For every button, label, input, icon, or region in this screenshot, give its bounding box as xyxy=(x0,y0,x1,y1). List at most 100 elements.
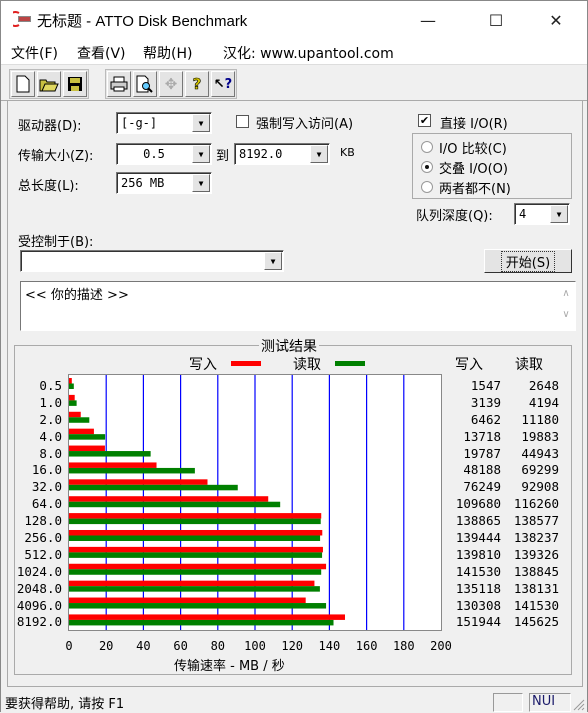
transfer-from-select[interactable]: 0.5 ▼ xyxy=(116,143,212,165)
new-button[interactable] xyxy=(11,71,35,97)
read-bar xyxy=(69,383,74,389)
controlled-by-select[interactable]: ▼ xyxy=(20,250,284,272)
atto-logo-icon xyxy=(13,11,31,27)
save-disk-icon xyxy=(68,77,82,91)
resize-grip-icon[interactable] xyxy=(573,699,585,711)
results-title: 测试结果 xyxy=(259,336,319,356)
menu-help[interactable]: 帮助(H) xyxy=(143,43,192,63)
queue-depth-label: 队列深度(Q): xyxy=(416,209,493,224)
total-length-select[interactable]: 256 MB ▼ xyxy=(116,172,212,194)
chevron-down-icon: ▼ xyxy=(550,205,568,223)
write-value: 130308 xyxy=(455,597,501,613)
x-tick-label: 200 xyxy=(430,639,452,653)
direct-io-label: 直接 I/O(R) xyxy=(440,117,508,132)
y-tick-label: 256.0 xyxy=(24,529,62,545)
read-value: 138845 xyxy=(513,563,559,579)
queue-depth-select[interactable]: 4 ▼ xyxy=(514,203,570,225)
legend-write-swatch xyxy=(231,361,261,366)
toolbar-file-group xyxy=(9,69,89,99)
printer-icon xyxy=(110,76,128,92)
move-arrows-icon: ✥ xyxy=(164,75,178,93)
write-bar xyxy=(69,496,269,502)
read-bar xyxy=(69,569,322,575)
num-lock-indicator: NUI xyxy=(532,694,556,709)
status-help-text: 要获得帮助, 请按 F1 xyxy=(5,697,125,712)
save-button[interactable] xyxy=(63,71,87,97)
read-bar xyxy=(69,518,321,525)
overlapped-io-radio[interactable] xyxy=(421,161,433,173)
x-tick-label: 160 xyxy=(355,639,378,653)
legend-write-label: 写入 xyxy=(189,357,217,373)
read-bar xyxy=(69,603,327,609)
menu-credit: 汉化: www.upantool.com xyxy=(223,46,394,62)
write-value: 151944 xyxy=(455,614,501,630)
x-tick-label: 60 xyxy=(173,639,188,653)
menu-file[interactable]: 文件(F) xyxy=(11,43,58,63)
total-length-value: 256 MB xyxy=(121,176,165,190)
read-value: 145625 xyxy=(513,614,559,630)
print-button[interactable] xyxy=(107,71,131,97)
legend-read-swatch xyxy=(335,361,365,366)
read-column-header: 读取 xyxy=(515,357,543,373)
description-textarea[interactable]: << 你的描述 >> ∧ ∨ xyxy=(20,281,576,331)
close-button[interactable]: ✕ xyxy=(533,1,579,39)
app-window: 无标题 - ATTO Disk Benchmark — ☐ ✕ 文件(F) 查看… xyxy=(0,0,588,713)
chevron-down-icon: ▼ xyxy=(192,145,210,163)
chevron-down-icon: ▼ xyxy=(310,145,328,163)
chevron-down-icon: ▼ xyxy=(264,252,282,270)
read-bar xyxy=(69,501,281,508)
y-tick-label: 16.0 xyxy=(31,462,62,478)
read-value: 141530 xyxy=(513,597,559,613)
move-button[interactable]: ✥ xyxy=(159,71,183,97)
y-tick-label: 32.0 xyxy=(31,479,62,495)
y-tick-label: 8.0 xyxy=(39,445,62,461)
context-help-button[interactable]: ↖? xyxy=(211,71,235,97)
write-value: 1547 xyxy=(470,378,501,393)
force-write-checkbox[interactable] xyxy=(236,115,249,128)
write-bar xyxy=(69,513,322,519)
read-bar xyxy=(69,434,106,440)
minimize-icon: — xyxy=(420,10,436,30)
context-help-icon: ↖? xyxy=(213,76,233,92)
open-folder-icon xyxy=(39,79,59,92)
io-mode-group: I/O 比较(C) 交叠 I/O(O) 两者都不(N) xyxy=(412,133,572,199)
description-scrollbar[interactable]: ∧ ∨ xyxy=(557,282,575,330)
open-button[interactable] xyxy=(37,71,61,97)
direct-io-checkbox[interactable]: ✔ xyxy=(418,114,431,127)
transfer-to-select[interactable]: 8192.0 ▼ xyxy=(234,143,330,165)
help-button[interactable]: ? xyxy=(185,71,209,97)
status-bar: 要获得帮助, 请按 F1 NUI xyxy=(1,689,587,713)
write-value: 141530 xyxy=(455,563,501,579)
drive-select[interactable]: [-g-] ▼ xyxy=(116,112,212,134)
maximize-button[interactable]: ☐ xyxy=(473,1,519,39)
write-bar xyxy=(69,563,327,570)
maximize-icon: ☐ xyxy=(488,10,504,30)
toolbar: ✥ ? ↖? xyxy=(1,65,587,101)
title-bar: 无标题 - ATTO Disk Benchmark — ☐ ✕ xyxy=(1,1,587,39)
minimize-button[interactable]: — xyxy=(405,1,451,39)
print-preview-button[interactable] xyxy=(133,71,157,97)
y-tick-label: 2048.0 xyxy=(16,580,62,596)
read-bar xyxy=(69,586,320,592)
write-value: 48188 xyxy=(463,462,501,478)
neither-radio[interactable] xyxy=(421,181,433,193)
write-value: 139444 xyxy=(455,529,501,545)
start-button[interactable]: 开始(S) xyxy=(484,249,572,273)
y-tick-label: 2.0 xyxy=(39,411,62,427)
read-value: 44943 xyxy=(521,445,559,461)
toolbar-tools-group: ✥ ? ↖? xyxy=(105,69,237,99)
io-compare-radio[interactable] xyxy=(421,141,433,153)
drive-value: [-g-] xyxy=(121,116,158,130)
x-tick-label: 140 xyxy=(318,639,341,653)
y-tick-label: 64.0 xyxy=(31,496,62,512)
menu-bar: 文件(F) 查看(V) 帮助(H) 汉化: www.upantool.com xyxy=(1,39,587,65)
x-axis-title: 传输速率 - MB / 秒 xyxy=(174,659,285,674)
read-value: 116260 xyxy=(513,496,559,512)
scroll-up-icon: ∧ xyxy=(562,288,570,299)
transfer-size-label: 传输大小(Z): xyxy=(18,149,94,164)
overlapped-io-label: 交叠 I/O(O) xyxy=(439,162,508,177)
queue-depth-value: 4 xyxy=(519,207,527,221)
write-bar xyxy=(69,529,323,536)
menu-view[interactable]: 查看(V) xyxy=(77,43,126,63)
write-column-header: 写入 xyxy=(455,357,483,373)
